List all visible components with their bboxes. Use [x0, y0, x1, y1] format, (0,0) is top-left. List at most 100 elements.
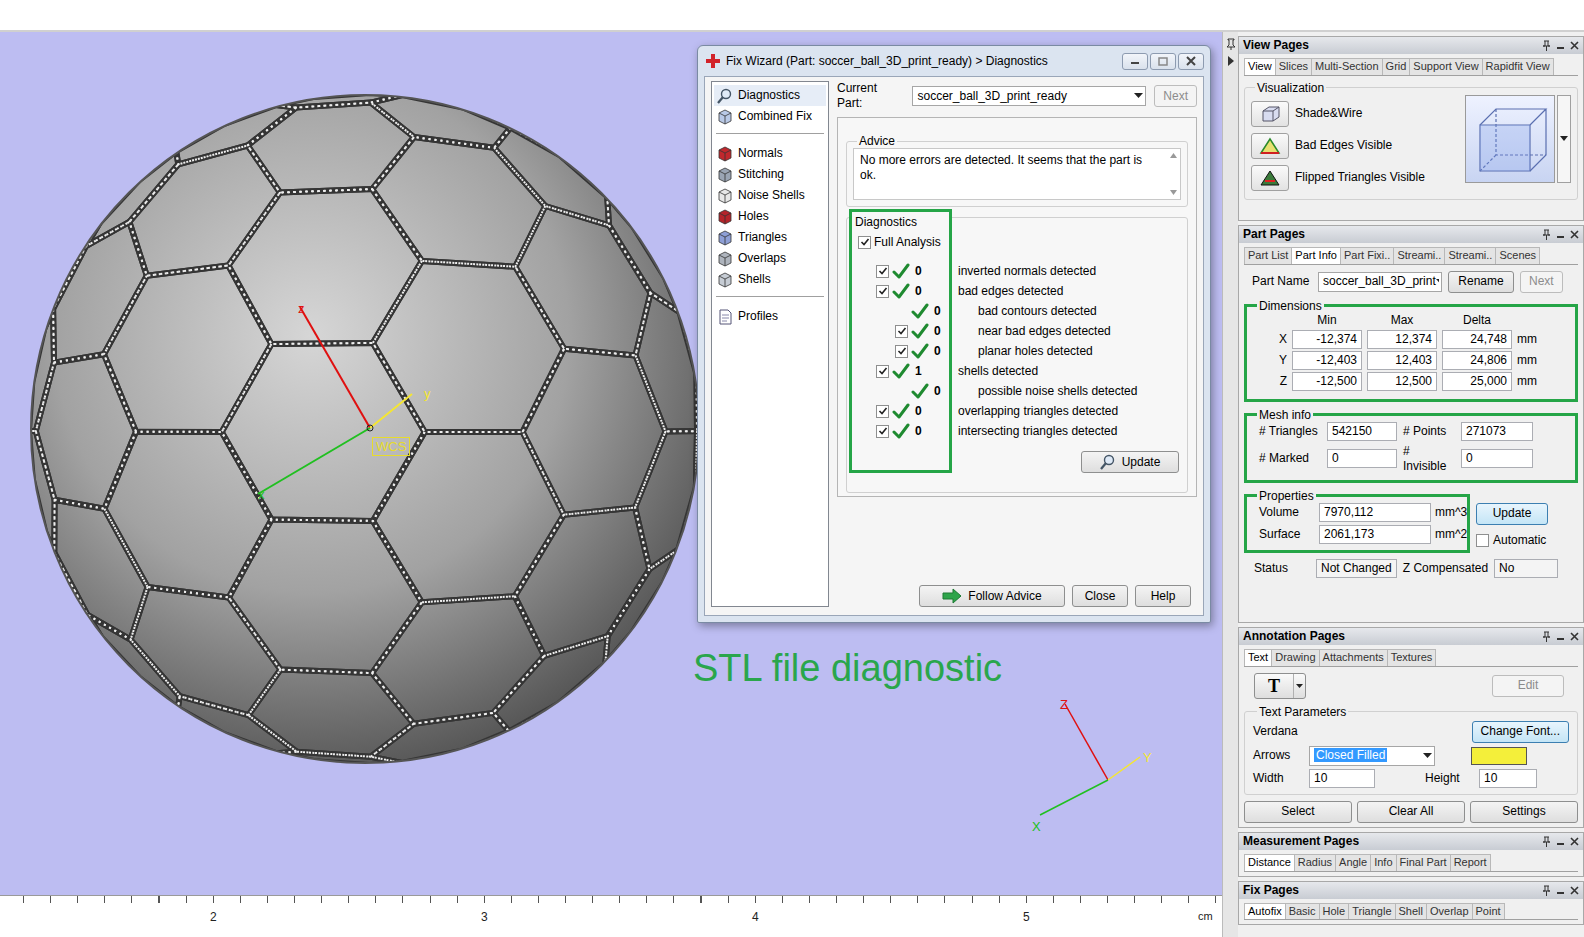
part-name-dropdown[interactable]: soccer_ball_3D_print	[1318, 272, 1442, 292]
tab[interactable]: Radius	[1294, 854, 1336, 871]
annotation-button[interactable]: Select	[1244, 801, 1352, 823]
close-icon[interactable]	[1570, 41, 1579, 50]
pane-header[interactable]: View Pages	[1239, 37, 1583, 54]
tab[interactable]: Basic	[1285, 903, 1320, 920]
pane-header[interactable]: Annotation Pages	[1239, 628, 1583, 645]
scroll-up-icon[interactable]	[1170, 153, 1177, 158]
visualization-button[interactable]	[1251, 133, 1289, 159]
checkbox[interactable]	[876, 405, 889, 418]
tab[interactable]: Streami..	[1444, 247, 1496, 264]
close-icon[interactable]	[1570, 837, 1579, 846]
wizard-nav-item[interactable]: Combined Fix	[714, 106, 826, 127]
minimize-icon[interactable]	[1556, 41, 1565, 50]
tab[interactable]: Rapidfit View	[1482, 58, 1554, 75]
tab[interactable]: Part Info	[1291, 247, 1341, 264]
update-button[interactable]: Update	[1476, 503, 1548, 525]
tab[interactable]: Part Fixi..	[1340, 247, 1394, 264]
wizard-nav-item[interactable]: Stitching	[714, 164, 826, 185]
tab[interactable]: Autofix	[1244, 903, 1286, 920]
edit-button[interactable]: Edit	[1492, 675, 1564, 697]
tab[interactable]: Info	[1370, 854, 1396, 871]
tab[interactable]: Point	[1472, 903, 1505, 920]
checkbox[interactable]	[858, 236, 871, 249]
update-button[interactable]: Update	[1081, 451, 1179, 473]
width-field[interactable]: 10	[1309, 769, 1375, 788]
arrows-dropdown[interactable]: Closed Filled	[1309, 746, 1435, 766]
tab[interactable]: Drawing	[1271, 649, 1319, 666]
wizard-nav-item[interactable]: Overlaps	[714, 248, 826, 269]
wizard-nav-item[interactable]: Diagnostics	[714, 85, 826, 106]
wizard-nav-item[interactable]: Normals	[714, 143, 826, 164]
minimize-icon[interactable]	[1556, 632, 1565, 641]
tab[interactable]: Final Part	[1396, 854, 1451, 871]
tab[interactable]: Hole	[1319, 903, 1350, 920]
pin-icon[interactable]	[1542, 229, 1551, 240]
dialog-button[interactable]: Follow Advice	[919, 585, 1065, 607]
tab[interactable]: Multi-Section	[1311, 58, 1383, 75]
checkbox[interactable]	[876, 425, 889, 438]
annotation-button[interactable]: Settings	[1470, 801, 1578, 823]
pane-header[interactable]: Part Pages	[1239, 226, 1583, 243]
dialog-button[interactable]: Close	[1072, 585, 1128, 607]
tab[interactable]: Scenes	[1495, 247, 1540, 264]
pin-icon[interactable]	[1226, 38, 1236, 50]
scroll-down-icon[interactable]	[1170, 190, 1177, 195]
pin-icon[interactable]	[1542, 885, 1551, 896]
tab[interactable]: Distance	[1244, 854, 1295, 871]
wizard-nav-item[interactable]: Shells	[714, 269, 826, 290]
next-button[interactable]: Next	[1520, 271, 1563, 293]
automatic-option[interactable]: Automatic	[1476, 533, 1548, 548]
soccer-ball-model[interactable]	[29, 93, 701, 765]
minimize-icon[interactable]	[1556, 230, 1565, 239]
tab[interactable]: Overlap	[1426, 903, 1473, 920]
checkbox[interactable]	[876, 365, 889, 378]
pin-icon[interactable]	[1542, 40, 1551, 51]
tab[interactable]: Part List	[1244, 247, 1292, 264]
fix-wizard-dialog[interactable]: Fix Wizard (Part: soccer_ball_3D_print_r…	[697, 45, 1211, 623]
close-icon[interactable]	[1570, 886, 1579, 895]
view-dropdown[interactable]	[1557, 95, 1571, 183]
dialog-button[interactable]: Help	[1135, 585, 1191, 607]
tab[interactable]: Attachments	[1319, 649, 1388, 666]
dialog-titlebar[interactable]: Fix Wizard (Part: soccer_ball_3D_print_r…	[698, 46, 1210, 76]
tab[interactable]: Angle	[1335, 854, 1371, 871]
checkbox[interactable]	[895, 345, 908, 358]
rename-button[interactable]: Rename	[1448, 271, 1514, 293]
next-button[interactable]: Next	[1154, 85, 1197, 107]
tab[interactable]: Textures	[1387, 649, 1437, 666]
tab[interactable]: Grid	[1382, 58, 1411, 75]
pane-header[interactable]: Measurement Pages	[1239, 833, 1583, 850]
expand-arrow-icon[interactable]	[1227, 56, 1235, 66]
tab[interactable]: Support View	[1409, 58, 1482, 75]
current-part-dropdown[interactable]: soccer_ball_3D_print_ready	[912, 86, 1146, 106]
minimize-icon[interactable]	[1122, 53, 1148, 70]
close-icon[interactable]	[1570, 632, 1579, 641]
tab[interactable]: Slices	[1275, 58, 1312, 75]
annotation-button[interactable]: Clear All	[1357, 801, 1465, 823]
checkbox[interactable]	[895, 325, 908, 338]
change-font-button[interactable]: Change Font...	[1472, 721, 1569, 743]
visualization-button[interactable]	[1251, 101, 1289, 127]
visualization-button[interactable]	[1251, 165, 1289, 191]
checkbox[interactable]	[1476, 534, 1489, 547]
minimize-icon[interactable]	[1556, 886, 1565, 895]
text-tool-button[interactable]: T	[1254, 673, 1306, 699]
scrollbar[interactable]	[1166, 149, 1180, 199]
wizard-nav-item[interactable]: Holes	[714, 206, 826, 227]
wizard-nav-item[interactable]: Profiles	[714, 306, 826, 327]
checkbox[interactable]	[876, 265, 889, 278]
scene-canvas[interactable]: z y x WCS Z Y X STL file diagnostic Fix …	[0, 32, 1222, 895]
maximize-icon[interactable]	[1150, 53, 1176, 70]
tab[interactable]: Streami..	[1393, 247, 1445, 264]
tab[interactable]: Report	[1450, 854, 1491, 871]
wizard-nav-item[interactable]: Triangles	[714, 227, 826, 248]
pin-icon[interactable]	[1542, 631, 1551, 642]
pane-header[interactable]: Fix Pages	[1239, 882, 1583, 899]
arrow-color-swatch[interactable]	[1471, 747, 1527, 765]
height-field[interactable]: 10	[1479, 769, 1537, 788]
tab[interactable]: Text	[1244, 649, 1272, 666]
tab[interactable]: View	[1244, 58, 1276, 75]
close-icon[interactable]	[1570, 230, 1579, 239]
tab[interactable]: Shell	[1395, 903, 1427, 920]
checkbox[interactable]	[876, 285, 889, 298]
